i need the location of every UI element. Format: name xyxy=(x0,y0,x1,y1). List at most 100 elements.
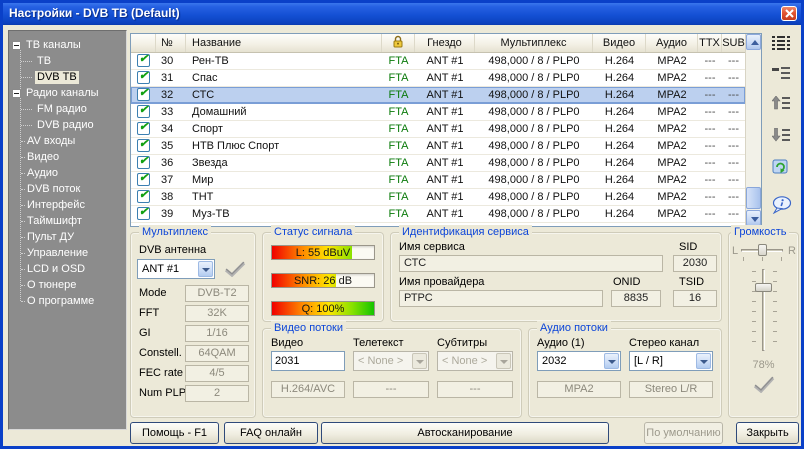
scroll-down-button[interactable] xyxy=(746,210,761,226)
autoscan-button[interactable]: Автосканирование xyxy=(321,422,609,444)
sidebar-item-video[interactable]: Видео xyxy=(9,149,126,165)
cell-access: FTA xyxy=(382,189,415,205)
subtitles-info-field: --- xyxy=(437,381,513,398)
column-header-name[interactable]: Название xyxy=(186,34,382,52)
channel-checkbox[interactable] xyxy=(137,173,150,186)
info-button[interactable] xyxy=(772,196,794,216)
channel-checkbox[interactable] xyxy=(137,88,150,101)
sidebar-item-timeshift[interactable]: Таймшифт xyxy=(9,213,126,229)
channel-row[interactable]: 36 Звезда FTA ANT #1 498,000 / 8 / PLP0 … xyxy=(131,155,745,172)
audio-pid-value: 2032 xyxy=(542,355,566,367)
audio-pid-select[interactable]: 2032 xyxy=(537,351,621,371)
param-value: 64QAM xyxy=(185,345,249,362)
column-header-access[interactable] xyxy=(382,34,415,52)
sidebar-item-tv[interactable]: ТВ xyxy=(9,53,126,69)
column-header-audio[interactable]: Аудио xyxy=(646,34,698,52)
collapse-icon[interactable] xyxy=(12,89,21,98)
antenna-label: DVB антенна xyxy=(139,244,206,257)
channel-checkbox[interactable] xyxy=(137,122,150,135)
antenna-select[interactable]: ANT #1 xyxy=(137,259,215,279)
sidebar-item-fm-radio[interactable]: FM радио xyxy=(9,101,126,117)
faq-button[interactable]: FAQ онлайн xyxy=(224,422,318,444)
channel-list-button[interactable] xyxy=(772,36,794,56)
channel-row[interactable]: 33 Домашний FTA ANT #1 498,000 / 8 / PLP… xyxy=(131,104,745,121)
channel-checkbox[interactable] xyxy=(137,105,150,118)
remove-channel-button[interactable] xyxy=(772,66,794,86)
column-header-sub[interactable]: SUB xyxy=(722,34,745,52)
video-pid-input[interactable] xyxy=(271,351,345,371)
sidebar-item-audio[interactable]: Аудио xyxy=(9,165,126,181)
close-button[interactable] xyxy=(781,6,797,21)
channel-row[interactable]: 38 ТНТ FTA ANT #1 498,000 / 8 / PLP0 H.2… xyxy=(131,189,745,206)
cell-socket: ANT #1 xyxy=(415,172,475,188)
channel-row-selected[interactable]: 32 СТС FTA ANT #1 498,000 / 8 / PLP0 H.2… xyxy=(131,87,745,104)
defaults-button-label: По умолчанию xyxy=(646,427,720,439)
channel-row[interactable]: 39 Муз-ТВ FTA ANT #1 498,000 / 8 / PLP0 … xyxy=(131,206,745,223)
apply-antenna-button[interactable] xyxy=(223,261,247,282)
cell-number: 35 xyxy=(156,138,186,154)
cell-checkbox xyxy=(131,87,156,103)
defaults-button: По умолчанию xyxy=(644,422,723,444)
channel-checkbox[interactable] xyxy=(137,71,150,84)
signal-label: L: 55 dBuV xyxy=(272,246,374,260)
sidebar-item-dvb-stream[interactable]: DVB поток xyxy=(9,181,126,197)
column-header-number[interactable]: № xyxy=(156,34,186,52)
scroll-thumb[interactable] xyxy=(746,187,761,209)
channel-checkbox[interactable] xyxy=(137,139,150,152)
sidebar-item-about-tuner[interactable]: О тюнере xyxy=(9,277,126,293)
sidebar-item-av-inputs[interactable]: AV входы xyxy=(9,133,126,149)
move-down-button[interactable] xyxy=(772,128,794,148)
column-header-socket[interactable]: Гнездо xyxy=(415,34,475,52)
sidebar-item-tv-channels[interactable]: ТВ каналы xyxy=(9,37,126,53)
column-header-ttx[interactable]: TTX xyxy=(698,34,722,52)
column-header-multiplex[interactable]: Мультиплекс xyxy=(475,34,593,52)
signal-label: Q: 100% xyxy=(272,302,374,316)
refresh-channels-button[interactable] xyxy=(772,158,794,178)
stereo-channel-select[interactable]: [L / R] xyxy=(629,351,713,371)
scroll-up-button[interactable] xyxy=(746,34,761,50)
move-up-icon xyxy=(772,96,790,111)
cell-number: 31 xyxy=(156,70,186,86)
sidebar-item-lcd-osd[interactable]: LCD и OSD xyxy=(9,261,126,277)
autoscan-button-label: Автосканирование xyxy=(417,427,512,439)
cell-number: 34 xyxy=(156,121,186,137)
channel-row[interactable]: 34 Спорт FTA ANT #1 498,000 / 8 / PLP0 H… xyxy=(131,121,745,138)
channel-checkbox[interactable] xyxy=(137,190,150,203)
column-header-video[interactable]: Видео xyxy=(593,34,646,52)
volume-slider[interactable] xyxy=(762,269,765,351)
sidebar-item-dvb-radio[interactable]: DVB радио xyxy=(9,117,126,133)
table-scrollbar[interactable] xyxy=(745,34,761,226)
move-up-button[interactable] xyxy=(772,96,794,116)
channel-checkbox[interactable] xyxy=(137,207,150,220)
window-title: Настройки - DVB ТВ (Default) xyxy=(9,6,180,20)
cell-checkbox xyxy=(131,155,156,171)
group-title: Видео потоки xyxy=(271,321,346,335)
collapse-icon[interactable] xyxy=(12,41,21,50)
channel-row[interactable]: 31 Спас FTA ANT #1 498,000 / 8 / PLP0 H.… xyxy=(131,70,745,87)
cell-ttx: --- xyxy=(698,70,722,86)
table-header: № Название Гнездо Мультиплекс Видео Ауди… xyxy=(131,34,761,53)
close-window-button[interactable]: Закрыть xyxy=(736,422,799,444)
sidebar-item-remote[interactable]: Пульт ДУ xyxy=(9,229,126,245)
info-balloon-icon xyxy=(772,196,792,214)
channel-checkbox[interactable] xyxy=(137,156,150,169)
cell-name: НТВ Плюс Спорт xyxy=(186,138,382,154)
sidebar-item-interface[interactable]: Интерфейс xyxy=(9,197,126,213)
sidebar-item-radio-channels[interactable]: Радио каналы xyxy=(9,85,126,101)
volume-thumb[interactable] xyxy=(755,283,772,292)
balance-thumb[interactable] xyxy=(758,244,767,256)
cell-audio: MPA2 xyxy=(646,155,698,171)
cell-checkbox xyxy=(131,121,156,137)
sidebar-item-about-program[interactable]: О программе xyxy=(9,293,126,309)
help-button[interactable]: Помощь - F1 xyxy=(130,422,219,444)
cell-number: 37 xyxy=(156,172,186,188)
channel-row[interactable]: 37 Мир FTA ANT #1 498,000 / 8 / PLP0 H.2… xyxy=(131,172,745,189)
channel-checkbox[interactable] xyxy=(137,54,150,67)
channel-row[interactable]: 30 Рен-ТВ FTA ANT #1 498,000 / 8 / PLP0 … xyxy=(131,53,745,70)
volume-apply-button[interactable] xyxy=(752,375,776,398)
channel-row[interactable]: 35 НТВ Плюс Спорт FTA ANT #1 498,000 / 8… xyxy=(131,138,745,155)
service-name-field: СТС xyxy=(399,255,663,272)
sidebar-item-dvb-tv[interactable]: DVB ТВ xyxy=(9,69,126,85)
sidebar-item-label: Радио каналы xyxy=(24,87,101,100)
sidebar-item-control[interactable]: Управление xyxy=(9,245,126,261)
